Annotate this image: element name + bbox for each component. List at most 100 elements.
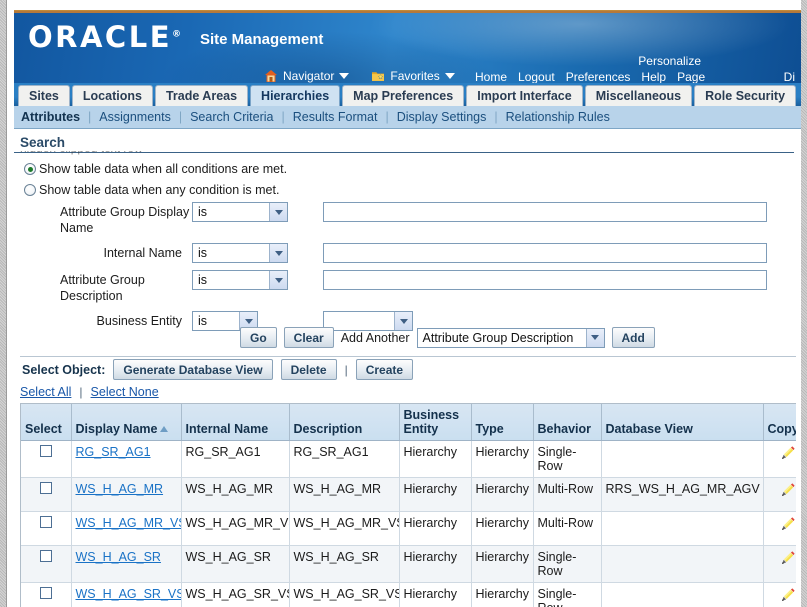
tab-role-security[interactable]: Role Security — [694, 85, 797, 106]
search-action-row: Go Clear Add Another Attribute Group Des… — [14, 327, 801, 348]
row-checkbox[interactable] — [39, 515, 52, 528]
cell-database-view — [601, 582, 764, 607]
display-name-link[interactable]: RG_SR_AG1 — [76, 445, 151, 459]
match-any-option[interactable]: Show table data when any condition is me… — [24, 183, 279, 197]
chevron-down-icon — [269, 271, 287, 289]
subtab-assignments[interactable]: Assignments — [99, 110, 171, 124]
match-all-label: Show table data when all conditions are … — [39, 162, 288, 176]
logout-link[interactable]: Logout — [518, 70, 555, 84]
column-header-behavior: Behavior — [533, 404, 602, 441]
navigator-menu[interactable]: Navigator — [264, 69, 350, 83]
cell-display-name: WS_H_AG_SR_VS — [71, 582, 182, 607]
cell-behavior: Multi-Row — [533, 511, 602, 546]
select-none-link[interactable]: Select None — [91, 385, 159, 399]
criteria-label-description: Attribute Group Description — [60, 273, 145, 303]
home-link[interactable]: Home — [475, 70, 507, 84]
search-criteria-form: Attribute Group Display Name is Internal… — [14, 202, 801, 338]
subtab-results-format[interactable]: Results Format — [293, 110, 378, 124]
cell-database-view — [601, 511, 764, 546]
pencil-icon[interactable] — [779, 587, 796, 607]
delete-button[interactable]: Delete — [280, 359, 337, 380]
cell-database-view — [601, 440, 764, 478]
favorites-menu[interactable]: Favorites — [371, 69, 455, 83]
display-name-link[interactable]: WS_H_AG_MR_VS — [76, 516, 181, 530]
row-checkbox[interactable] — [39, 586, 52, 599]
chevron-down-icon — [444, 73, 455, 79]
operator-select-internal-name[interactable]: is — [192, 243, 288, 263]
row-checkbox[interactable] — [39, 444, 52, 457]
cell-type: Hierarchy — [471, 511, 534, 546]
match-all-option[interactable]: Show table data when all conditions are … — [24, 162, 287, 176]
subtab-attributes[interactable]: Attributes — [21, 110, 80, 124]
create-button[interactable]: Create — [355, 359, 414, 380]
go-button[interactable]: Go — [240, 327, 277, 348]
cell-internal-name: WS_H_AG_SR_VS — [181, 582, 290, 607]
column-header-type: Type — [471, 404, 534, 441]
clipped-text: hidden clipped text row — [20, 151, 143, 155]
row-checkbox[interactable] — [39, 549, 52, 562]
operator-select-description[interactable]: is — [192, 270, 288, 290]
cell-display-name: RG_SR_AG1 — [71, 440, 182, 478]
match-any-radio[interactable] — [24, 184, 36, 196]
criteria-row-internal-name: Internal Name is — [14, 243, 801, 263]
global-nav-group: Navigator Favorites — [264, 69, 455, 83]
personalize-page-link-line1[interactable]: Personalize — [638, 54, 701, 68]
row-select-cell — [21, 511, 72, 546]
pencil-icon[interactable] — [779, 516, 796, 536]
cell-internal-name: RG_SR_AG1 — [181, 440, 290, 478]
value-input-display-name[interactable] — [323, 202, 767, 222]
display-name-link[interactable]: WS_H_AG_MR — [76, 482, 164, 496]
cell-description: WS_H_AG_SR_VS — [289, 582, 400, 607]
cell-description: WS_H_AG_MR — [289, 477, 400, 512]
pencil-icon[interactable] — [779, 445, 796, 465]
diagnostics-link-truncated[interactable]: Di — [784, 70, 795, 84]
column-header-select: Select — [21, 404, 72, 441]
subtab-search-criteria[interactable]: Search Criteria — [190, 110, 273, 124]
column-header-business-entity: Business Entity — [399, 404, 472, 441]
personalize-page-link-line2[interactable]: Page — [677, 70, 705, 84]
subtab-relationship-rules[interactable]: Relationship Rules — [506, 110, 610, 124]
tab-trade-areas[interactable]: Trade Areas — [154, 85, 249, 106]
tab-hierarchies[interactable]: Hierarchies — [250, 85, 341, 106]
clear-button[interactable]: Clear — [283, 327, 334, 348]
subtab-display-settings[interactable]: Display Settings — [397, 110, 487, 124]
generate-database-view-button[interactable]: Generate Database View — [113, 359, 273, 380]
subtab-separator: | — [281, 110, 285, 124]
cell-internal-name: WS_H_AG_SR — [181, 545, 290, 583]
pencil-icon[interactable] — [779, 482, 796, 502]
select-all-link[interactable]: Select All — [20, 385, 71, 399]
value-input-internal-name[interactable] — [323, 243, 767, 263]
cell-description: RG_SR_AG1 — [289, 440, 400, 478]
column-header-database-view: Database View — [601, 404, 764, 441]
help-link[interactable]: Help — [641, 70, 666, 84]
subtab-separator: | — [88, 110, 92, 124]
subtab-separator: | — [494, 110, 498, 124]
pencil-icon[interactable] — [779, 550, 796, 570]
favorites-label: Favorites — [390, 69, 440, 83]
operator-select-display-name[interactable]: is — [192, 202, 288, 222]
display-name-link[interactable]: WS_H_AG_SR_VS — [76, 587, 181, 601]
tab-import-interface[interactable]: Import Interface — [466, 85, 583, 106]
column-header-display-name[interactable]: Display Name — [71, 404, 182, 441]
selection-links: Select All | Select None — [20, 382, 796, 402]
cell-type: Hierarchy — [471, 545, 534, 583]
tab-locations[interactable]: Locations — [71, 85, 153, 106]
table-row: RG_SR_AG1 RG_SR_AG1 RG_SR_AG1 Hierarchy … — [21, 440, 796, 478]
tab-map-preferences[interactable]: Map Preferences — [342, 85, 465, 106]
chevron-down-icon — [269, 203, 287, 221]
display-name-link[interactable]: WS_H_AG_SR — [76, 550, 161, 564]
cell-type: Hierarchy — [471, 440, 534, 478]
tab-sites[interactable]: Sites — [18, 85, 70, 106]
value-input-description[interactable] — [323, 270, 767, 290]
match-all-radio[interactable] — [24, 163, 36, 175]
cell-database-view: RRS_WS_H_AG_MR_AGV — [601, 477, 764, 512]
global-links: Personalize Home Logout Preferences Help… — [475, 54, 795, 84]
add-button[interactable]: Add — [611, 327, 655, 348]
row-select-cell — [21, 582, 72, 607]
add-another-select[interactable]: Attribute Group Description — [416, 327, 605, 348]
cell-type: Hierarchy — [471, 477, 534, 512]
preferences-link[interactable]: Preferences — [566, 70, 631, 84]
row-checkbox[interactable] — [39, 481, 52, 494]
chevron-down-icon — [339, 73, 350, 79]
tab-miscellaneous[interactable]: Miscellaneous — [584, 85, 693, 106]
